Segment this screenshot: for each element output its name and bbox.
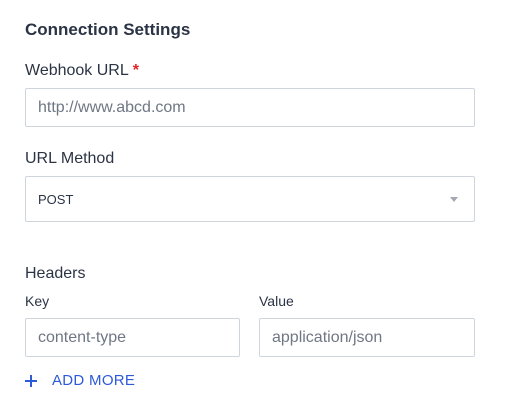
header-key-label: Key [25,293,50,309]
connection-settings-panel: Connection Settings Webhook URL* URL Met… [0,0,510,418]
required-marker: * [132,62,139,79]
header-value-field[interactable] [259,318,475,357]
header-value-input[interactable] [272,328,474,347]
url-method-label: URL Method [25,150,115,167]
plus-icon [24,374,38,388]
url-method-select[interactable]: POST [25,176,475,222]
url-method-selected-value: POST [38,191,74,207]
headers-title: Headers [25,265,86,282]
webhook-url-label: Webhook URL * [25,62,139,80]
header-key-input[interactable] [38,328,239,347]
caret-down-icon [450,197,458,202]
webhook-url-input[interactable] [38,98,474,117]
add-more-button[interactable]: ADD MORE [24,372,135,389]
header-value-label: Value [259,293,294,309]
header-key-field[interactable] [25,318,240,357]
webhook-url-label-text: Webhook URL [25,62,129,79]
webhook-url-field[interactable] [25,88,475,127]
add-more-label: ADD MORE [52,372,136,389]
section-title: Connection Settings [25,20,191,39]
